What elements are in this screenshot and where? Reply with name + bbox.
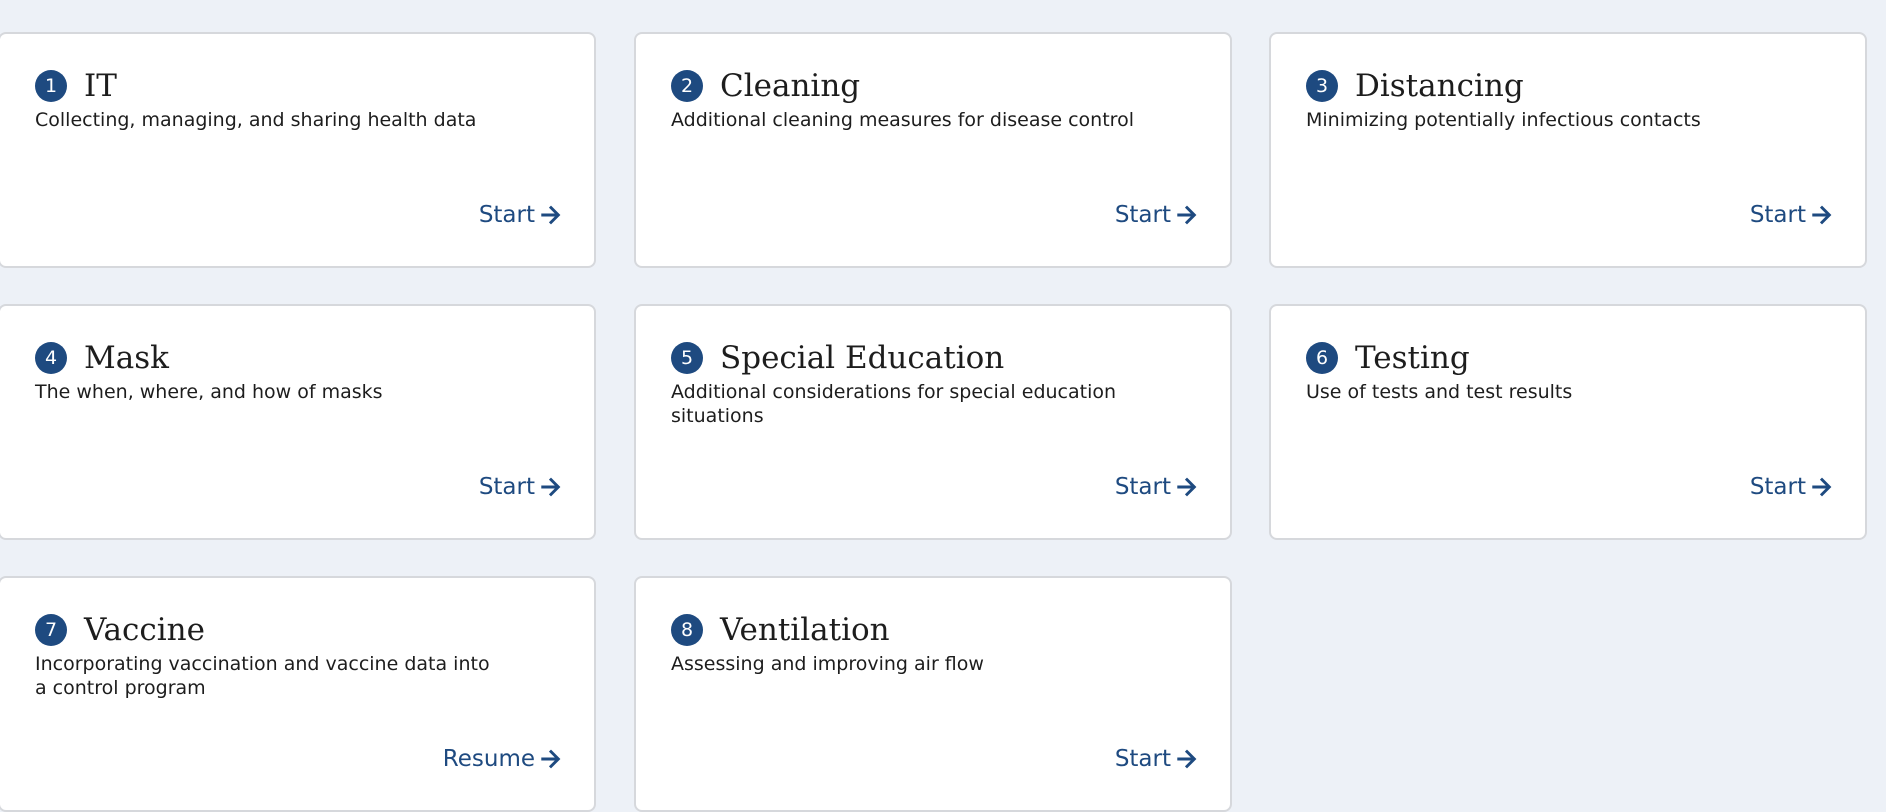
- start-button[interactable]: Start: [1115, 474, 1198, 500]
- arrow-right-icon: [541, 205, 561, 225]
- step-number-badge: 1: [35, 70, 67, 102]
- arrow-right-icon: [1812, 205, 1832, 225]
- card-header: 5 Special Education: [671, 340, 1004, 376]
- arrow-right-icon: [1177, 749, 1197, 769]
- module-card-distancing: 3 Distancing Minimizing potentially infe…: [1269, 32, 1867, 268]
- card-description: Collecting, managing, and sharing health…: [35, 109, 477, 131]
- card-header: 8 Ventilation: [671, 612, 890, 648]
- card-header: 3 Distancing: [1306, 68, 1524, 104]
- module-card-testing: 6 Testing Use of tests and test results …: [1269, 304, 1867, 540]
- card-description: Assessing and improving air flow: [671, 653, 984, 675]
- step-number-badge: 8: [671, 614, 703, 646]
- resume-button[interactable]: Resume: [443, 746, 562, 772]
- step-number-badge: 7: [35, 614, 67, 646]
- start-button[interactable]: Start: [1115, 746, 1198, 772]
- card-description: The when, where, and how of masks: [35, 381, 383, 403]
- module-card-vaccine: 7 Vaccine Incorporating vaccination and …: [0, 576, 596, 812]
- start-button[interactable]: Start: [1750, 202, 1833, 228]
- card-title: Testing: [1355, 340, 1470, 376]
- arrow-right-icon: [541, 749, 561, 769]
- arrow-right-icon: [541, 477, 561, 497]
- card-description: Additional considerations for special ed…: [671, 381, 1117, 427]
- step-number-badge: 2: [671, 70, 703, 102]
- card-header: 4 Mask: [35, 340, 169, 376]
- arrow-right-icon: [1177, 477, 1197, 497]
- card-title: Vaccine: [84, 612, 205, 648]
- card-title: Distancing: [1355, 68, 1524, 104]
- action-label: Start: [478, 202, 535, 228]
- module-card-mask: 4 Mask The when, where, and how of masks…: [0, 304, 596, 540]
- action-label: Start: [1114, 202, 1171, 228]
- card-title: Cleaning: [720, 68, 861, 104]
- arrow-right-icon: [1177, 205, 1197, 225]
- action-label: Start: [1114, 746, 1171, 772]
- card-description: Incorporating vaccination and vaccine da…: [35, 653, 490, 699]
- card-title: Special Education: [720, 340, 1005, 376]
- module-card-ventilation: 8 Ventilation Assessing and improving ai…: [634, 576, 1232, 812]
- step-number-badge: 4: [35, 342, 67, 374]
- action-label: Resume: [442, 746, 535, 772]
- card-header: 2 Cleaning: [671, 68, 860, 104]
- arrow-right-icon: [1812, 477, 1832, 497]
- start-button[interactable]: Start: [1750, 474, 1833, 500]
- card-title: Ventilation: [720, 612, 890, 648]
- action-label: Start: [1749, 474, 1806, 500]
- card-description: Additional cleaning measures for disease…: [671, 109, 1134, 131]
- start-button[interactable]: Start: [1115, 202, 1198, 228]
- module-card-special-education: 5 Special Education Additional considera…: [634, 304, 1232, 540]
- card-header: 1 IT: [35, 68, 117, 104]
- action-label: Start: [1749, 202, 1806, 228]
- card-title: IT: [84, 68, 117, 104]
- card-description: Use of tests and test results: [1306, 381, 1573, 403]
- card-title: Mask: [84, 340, 169, 376]
- card-description: Minimizing potentially infectious contac…: [1306, 109, 1701, 131]
- step-number-badge: 3: [1306, 70, 1338, 102]
- action-label: Start: [1114, 474, 1171, 500]
- step-number-badge: 5: [671, 342, 703, 374]
- module-card-cleaning: 2 Cleaning Additional cleaning measures …: [634, 32, 1232, 268]
- card-header: 6 Testing: [1306, 340, 1470, 376]
- module-card-it: 1 IT Collecting, managing, and sharing h…: [0, 32, 596, 268]
- start-button[interactable]: Start: [479, 202, 562, 228]
- card-header: 7 Vaccine: [35, 612, 205, 648]
- action-label: Start: [478, 474, 535, 500]
- start-button[interactable]: Start: [479, 474, 562, 500]
- step-number-badge: 6: [1306, 342, 1338, 374]
